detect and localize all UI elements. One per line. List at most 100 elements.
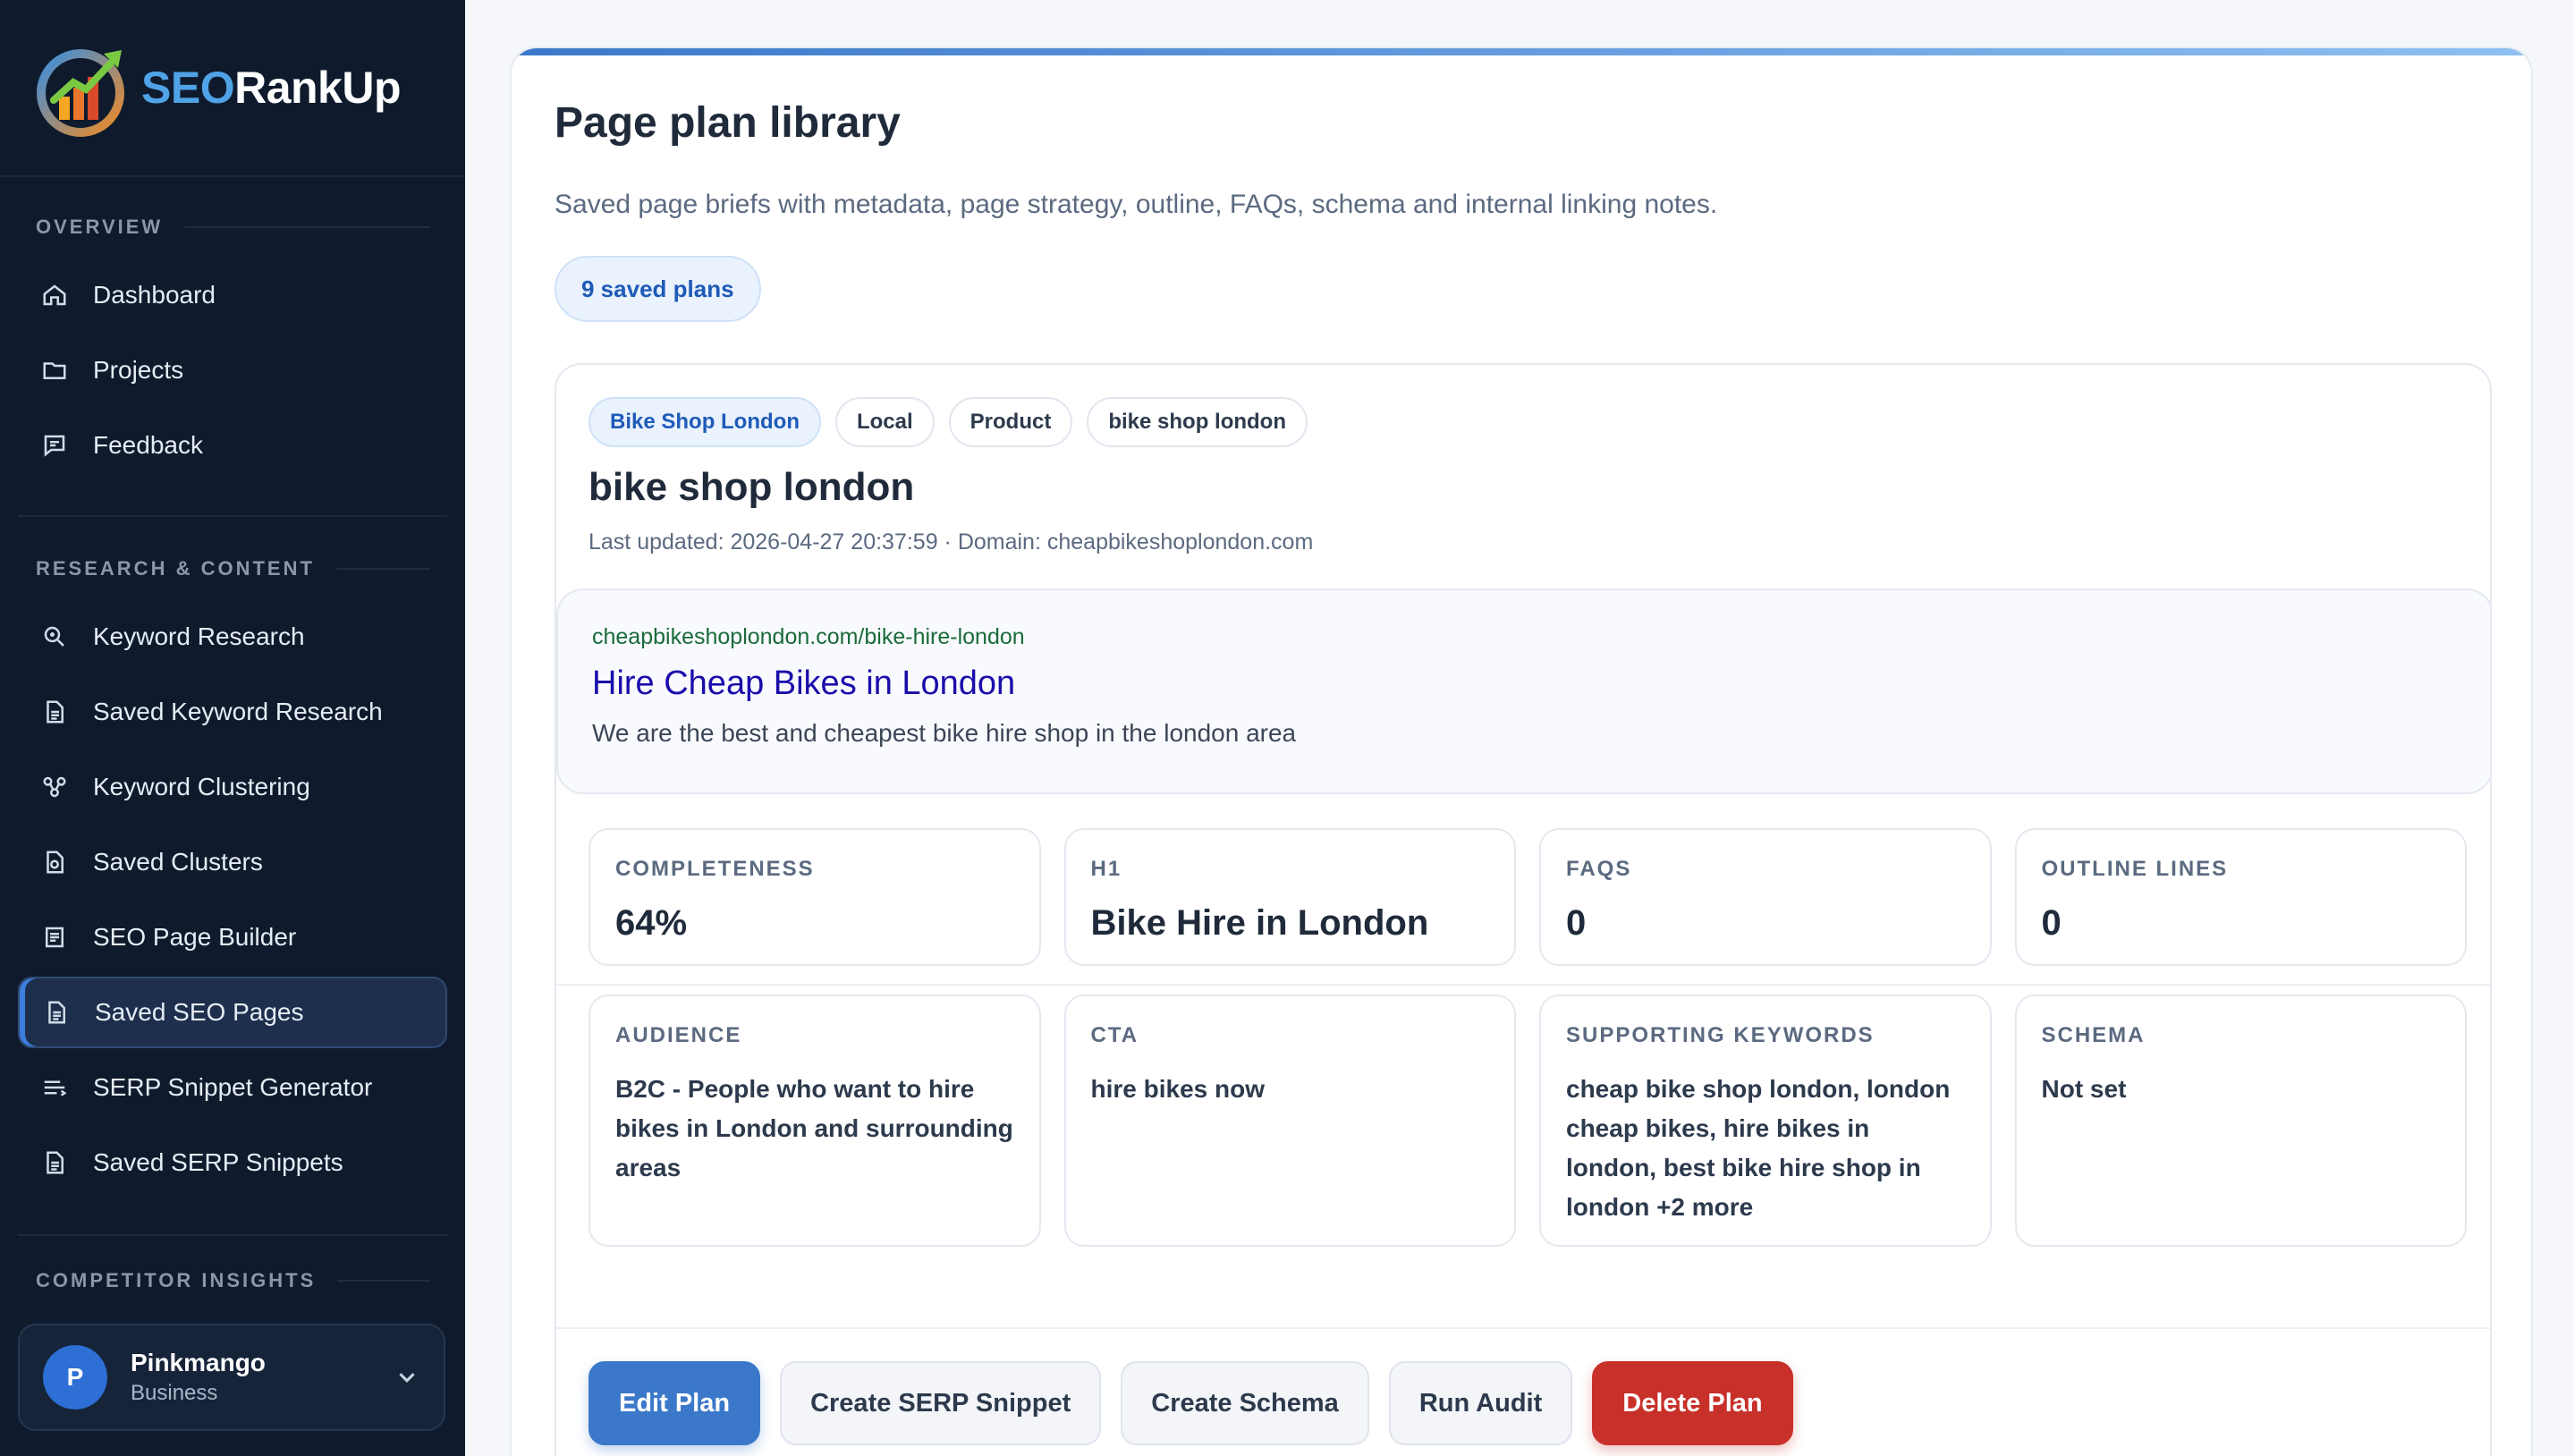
logo-chart-icon <box>37 49 124 137</box>
chevron-down-icon <box>399 1373 415 1383</box>
document-icon <box>41 997 72 1028</box>
stat-text: hire bikes now <box>1090 1075 1266 1103</box>
sidebar-item-keyword-clustering[interactable]: Keyword Clustering <box>18 751 447 823</box>
stat-value: 64% <box>615 903 688 943</box>
user-name: Pinkmango <box>131 1349 266 1376</box>
brand-logo[interactable]: SEORankUp <box>0 0 465 177</box>
saved-plans-count-badge: 9 saved plans <box>555 256 761 322</box>
stat-label: SUPPORTING KEYWORDS <box>1566 1023 1875 1047</box>
panel-accent-bar <box>512 48 2531 55</box>
stat-label: FAQS <box>1566 857 1632 881</box>
sidebar-item-label: Dashboard <box>93 281 216 309</box>
stat-value: 0 <box>1566 903 1587 943</box>
stat-label: H1 <box>1090 857 1122 881</box>
brand-name: SEORankUp <box>141 63 402 113</box>
sidebar-item-saved-seo-pages[interactable]: Saved SEO Pages <box>18 977 447 1048</box>
plan-title: bike shop london <box>588 465 915 509</box>
user-info: Pinkmango Business <box>131 1349 394 1406</box>
stat-supporting-keywords: SUPPORTING KEYWORDS cheap bike shop lond… <box>1539 995 1992 1247</box>
stat-h1: H1 Bike Hire in London <box>1063 828 1516 966</box>
cluster-icon <box>39 772 70 802</box>
divider <box>556 984 2490 986</box>
stat-text: cheap bike shop london, london cheap bik… <box>1566 1075 1951 1221</box>
tag-type: Local <box>834 397 935 447</box>
create-serp-snippet-button[interactable]: Create SERP Snippet <box>780 1361 1102 1445</box>
sidebar-item-label: Saved Keyword Research <box>93 698 383 725</box>
plan-actions: Edit Plan Create SERP Snippet Create Sch… <box>588 1361 1793 1445</box>
main-content: Page plan library Saved page briefs with… <box>465 0 2574 1456</box>
document-icon <box>39 697 70 727</box>
user-menu[interactable]: P Pinkmango Business <box>18 1324 445 1431</box>
tag-project: Bike Shop London <box>588 397 821 447</box>
delete-plan-button[interactable]: Delete Plan <box>1592 1361 1793 1445</box>
chat-icon <box>39 430 70 461</box>
stat-text: B2C - People who want to hire bikes in L… <box>615 1075 1013 1181</box>
sidebar-item-projects[interactable]: Projects <box>18 334 447 406</box>
folder-icon <box>39 355 70 385</box>
sidebar-item-saved-serp-snippets[interactable]: Saved SERP Snippets <box>18 1127 447 1198</box>
stats-row-primary: COMPLETENESS 64% H1 Bike Hire in London … <box>588 828 2467 966</box>
stat-label: OUTLINE LINES <box>2041 857 2229 881</box>
stat-schema: SCHEMA Not set <box>2014 995 2467 1247</box>
sidebar-item-label: Saved SERP Snippets <box>93 1148 343 1176</box>
sidebar-item-label: Feedback <box>93 431 203 459</box>
edit-plan-button[interactable]: Edit Plan <box>588 1361 761 1445</box>
sidebar-item-feedback[interactable]: Feedback <box>18 410 447 481</box>
sidebar-item-saved-keyword-research[interactable]: Saved Keyword Research <box>18 676 447 748</box>
overview-nav: Dashboard Projects Feedback <box>0 259 465 481</box>
sidebar-item-label: SEO Page Builder <box>93 923 297 951</box>
create-schema-button[interactable]: Create Schema <box>1121 1361 1369 1445</box>
serp-url: cheapbikeshoplondon.com/bike-hire-london <box>592 624 1025 649</box>
serp-title: Hire Cheap Bikes in London <box>592 665 1016 702</box>
stat-label: CTA <box>1090 1023 1139 1047</box>
serp-description: We are the best and cheapest bike hire s… <box>592 719 1297 747</box>
sidebar-item-saved-clusters[interactable]: Saved Clusters <box>18 826 447 898</box>
stat-text: Not set <box>2041 1075 2127 1103</box>
sidebar-item-label: SERP Snippet Generator <box>93 1073 373 1101</box>
page-subtitle: Saved page briefs with metadata, page st… <box>555 190 1718 219</box>
stats-row-secondary: AUDIENCE B2C - People who want to hire b… <box>588 995 2467 1247</box>
sidebar-item-keyword-research[interactable]: Keyword Research <box>18 601 447 673</box>
stat-value: 0 <box>2041 903 2062 943</box>
divider <box>556 1327 2490 1329</box>
sidebar-item-dashboard[interactable]: Dashboard <box>18 259 447 331</box>
tag-page-type: Product <box>948 397 1073 447</box>
user-plan: Business <box>131 1381 218 1405</box>
sidebar-item-label: Keyword Research <box>93 622 305 650</box>
page-plan-library-panel: Page plan library Saved page briefs with… <box>510 47 2533 1456</box>
section-label-competitor: COMPETITOR INSIGHTS <box>0 1261 465 1300</box>
stat-completeness: COMPLETENESS 64% <box>588 828 1041 966</box>
section-label-overview: OVERVIEW <box>0 207 465 247</box>
stat-audience: AUDIENCE B2C - People who want to hire b… <box>588 995 1041 1247</box>
stat-outline-lines: OUTLINE LINES 0 <box>2014 828 2467 966</box>
run-audit-button[interactable]: Run Audit <box>1388 1361 1573 1445</box>
stat-faqs: FAQS 0 <box>1539 828 1992 966</box>
stat-cta: CTA hire bikes now <box>1063 995 1516 1247</box>
sidebar-item-label: Saved Clusters <box>93 848 263 876</box>
stat-label: SCHEMA <box>2041 1023 2146 1047</box>
document-icon <box>39 847 70 877</box>
stat-label: COMPLETENESS <box>615 857 815 881</box>
sidebar-item-label: Saved SEO Pages <box>95 998 304 1026</box>
plan-meta: Last updated: 2026-04-27 20:37:59 · Doma… <box>588 529 1314 554</box>
sidebar-item-serp-snippet-generator[interactable]: SERP Snippet Generator <box>18 1052 447 1123</box>
document-icon <box>39 922 70 952</box>
plan-card: Bike Shop London Local Product bike shop… <box>555 363 2492 1456</box>
stat-value: Bike Hire in London <box>1090 903 1429 943</box>
stat-label: AUDIENCE <box>615 1023 742 1047</box>
sidebar-item-label: Projects <box>93 356 184 384</box>
serp-preview: cheapbikeshoplondon.com/bike-hire-london… <box>556 588 2490 794</box>
avatar: P <box>43 1345 107 1409</box>
sidebar-item-seo-page-builder[interactable]: SEO Page Builder <box>18 902 447 973</box>
tag-keyword: bike shop london <box>1087 397 1308 447</box>
home-icon <box>39 280 70 310</box>
plan-tags: Bike Shop London Local Product bike shop… <box>588 397 1308 447</box>
search-icon <box>39 622 70 652</box>
section-label-research: RESEARCH & CONTENT <box>0 549 465 588</box>
page-title: Page plan library <box>555 99 901 147</box>
sidebar: SEORankUp OVERVIEW Dashboard Projects Fe… <box>0 0 465 1456</box>
document-icon <box>39 1147 70 1178</box>
research-nav: Keyword Research Saved Keyword Research … <box>0 601 465 1198</box>
lines-icon <box>39 1072 70 1103</box>
sidebar-item-label: Keyword Clustering <box>93 773 310 800</box>
